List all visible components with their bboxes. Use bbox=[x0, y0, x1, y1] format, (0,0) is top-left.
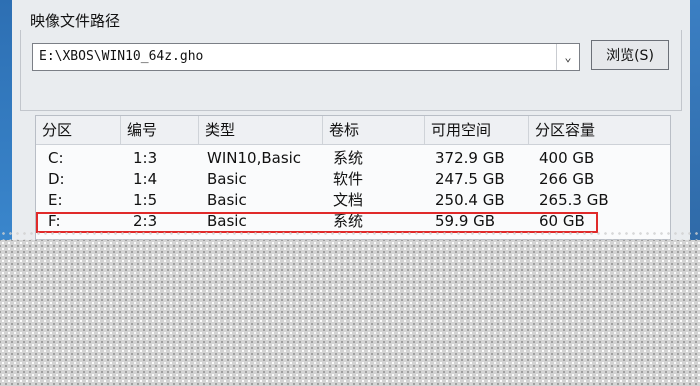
cell-partition: E: bbox=[48, 191, 63, 209]
path-dropdown-button[interactable]: ⌄ bbox=[556, 44, 579, 70]
cell-free-space: 372.9 GB bbox=[435, 149, 505, 167]
table-header: 分区 编号 类型 卷标 可用空间 分区容量 bbox=[36, 116, 670, 145]
image-path-value: E:\XBOS\WIN10_64z.gho bbox=[39, 49, 204, 64]
header-capacity[interactable]: 分区容量 bbox=[529, 116, 670, 144]
cell-number: 1:4 bbox=[133, 170, 158, 188]
header-free-space[interactable]: 可用空间 bbox=[425, 116, 529, 144]
cell-partition: C: bbox=[48, 149, 64, 167]
header-number[interactable]: 编号 bbox=[121, 116, 199, 144]
cell-number: 1:3 bbox=[133, 149, 158, 167]
table-row[interactable]: E: 1:5 Basic 文档 250.4 GB 265.3 GB bbox=[36, 190, 670, 211]
header-label[interactable]: 卷标 bbox=[323, 116, 425, 144]
cell-type: WIN10,Basic bbox=[207, 149, 302, 167]
cell-type: Basic bbox=[207, 191, 247, 209]
partition-table[interactable]: 分区 编号 类型 卷标 可用空间 分区容量 C: 1:3 WIN10,Basic… bbox=[35, 115, 671, 240]
section-title: 映像文件路径 bbox=[30, 12, 121, 30]
chevron-down-icon: ⌄ bbox=[564, 50, 572, 64]
cell-capacity: 400 GB bbox=[539, 149, 595, 167]
cell-label: 文档 bbox=[333, 191, 364, 209]
browse-button[interactable]: 浏览(S) bbox=[591, 40, 669, 70]
table-row[interactable]: C: 1:3 WIN10,Basic 系统 372.9 GB 400 GB bbox=[36, 148, 670, 169]
cell-label: 软件 bbox=[333, 170, 364, 188]
cell-free-space: 247.5 GB bbox=[435, 170, 505, 188]
header-partition[interactable]: 分区 bbox=[36, 116, 121, 144]
table-row[interactable]: D: 1:4 Basic 软件 247.5 GB 266 GB bbox=[36, 169, 670, 190]
cell-capacity: 265.3 GB bbox=[539, 191, 609, 209]
cell-type: Basic bbox=[207, 170, 247, 188]
dither-overlay bbox=[0, 240, 700, 386]
cell-free-space: 250.4 GB bbox=[435, 191, 505, 209]
image-path-input[interactable]: E:\XBOS\WIN10_64z.gho ⌄ bbox=[32, 43, 580, 71]
cell-label: 系统 bbox=[333, 149, 364, 167]
header-type[interactable]: 类型 bbox=[199, 116, 323, 144]
cell-partition: D: bbox=[48, 170, 65, 188]
cell-number: 1:5 bbox=[133, 191, 158, 209]
cell-capacity: 266 GB bbox=[539, 170, 595, 188]
window-background-right bbox=[690, 0, 700, 240]
